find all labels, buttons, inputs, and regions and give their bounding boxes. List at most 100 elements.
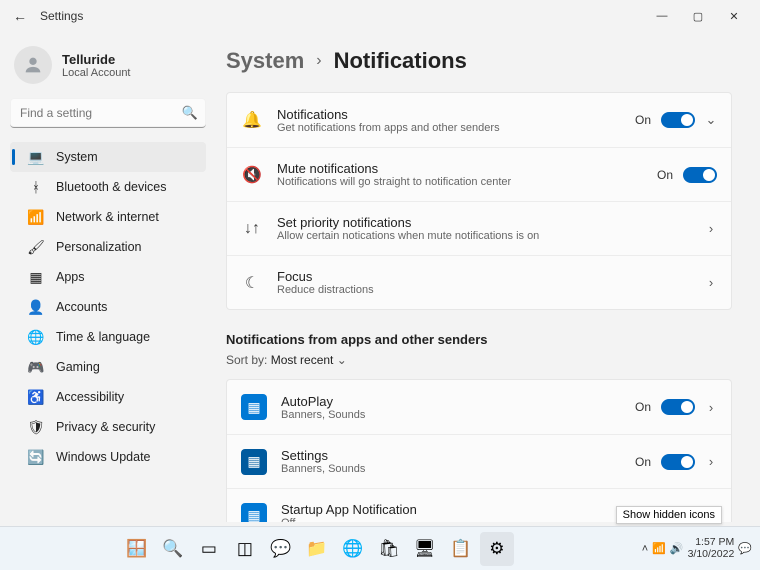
breadcrumb: System › Notifications bbox=[226, 48, 732, 74]
sidebar-item-system[interactable]: 💻 System bbox=[10, 142, 206, 172]
app-notes[interactable]: 📋 bbox=[444, 532, 478, 566]
chevron-right-icon: › bbox=[705, 221, 717, 236]
tray-expand-icon[interactable]: ˄ bbox=[642, 543, 648, 555]
taskbar-search[interactable]: 🔍 bbox=[156, 532, 190, 566]
app-row[interactable]: ▦ AutoPlay Banners, Sounds On › bbox=[227, 380, 731, 434]
chevron-right-icon: › bbox=[705, 400, 717, 415]
sidebar-item-label: Accessibility bbox=[56, 390, 124, 404]
sidebar-item-network-internet[interactable]: 📶 Network & internet bbox=[10, 202, 206, 232]
search-box[interactable]: 🔍 bbox=[10, 98, 206, 128]
mute-row[interactable]: 🔇 Mute notifications Notifications will … bbox=[227, 147, 731, 201]
sort-label: Sort by: bbox=[226, 353, 267, 367]
sidebar-item-label: Personalization bbox=[56, 240, 141, 254]
priority-row[interactable]: ↓↑ Set priority notifications Allow cert… bbox=[227, 201, 731, 255]
row-desc: Reduce distractions bbox=[277, 284, 705, 296]
user-type: Local Account bbox=[62, 67, 131, 79]
close-button[interactable]: ✕ bbox=[716, 4, 752, 28]
app-desc: Banners, Sounds bbox=[281, 463, 635, 475]
nav-icon: 🛡 bbox=[28, 419, 44, 435]
app-desc: Banners, Sounds bbox=[281, 409, 635, 421]
nav-icon: 📶 bbox=[28, 209, 44, 225]
user-block[interactable]: Telluride Local Account bbox=[10, 40, 206, 98]
sidebar-item-label: Privacy & security bbox=[56, 420, 155, 434]
start-button[interactable]: 🪟 bbox=[120, 532, 154, 566]
app-row[interactable]: ▦ Settings Banners, Sounds On › bbox=[227, 434, 731, 488]
chat[interactable]: 💬 bbox=[264, 532, 298, 566]
content: System › Notifications 🔔 Notifications G… bbox=[216, 32, 760, 522]
system-tray[interactable]: ˄ 📶 🔊 1:57 PM 3/10/2022 💬 bbox=[634, 537, 760, 560]
app-title: Startup App Notification bbox=[281, 502, 635, 517]
focus-icon: ☾ bbox=[241, 273, 263, 293]
settings-app[interactable]: ⚙ bbox=[480, 532, 514, 566]
sidebar-item-label: Bluetooth & devices bbox=[56, 180, 167, 194]
maximize-button[interactable]: ▢ bbox=[680, 4, 716, 28]
sidebar-item-privacy-security[interactable]: 🛡 Privacy & security bbox=[10, 412, 206, 442]
search-icon: 🔍 bbox=[182, 105, 198, 121]
store[interactable]: 🛍 bbox=[372, 532, 406, 566]
app-title: Settings bbox=[281, 448, 635, 463]
sidebar-item-accounts[interactable]: 👤Accounts bbox=[10, 292, 206, 322]
notification-center-icon[interactable]: 💬 bbox=[738, 542, 752, 555]
clock[interactable]: 1:57 PM 3/10/2022 bbox=[688, 537, 735, 560]
notifications-group: 🔔 Notifications Get notifications from a… bbox=[226, 92, 732, 310]
nav-icon: ▦ bbox=[28, 269, 44, 285]
nav-icon: ᚼ bbox=[28, 179, 44, 195]
sidebar-item-bluetooth-devices[interactable]: ᚼ Bluetooth & devices bbox=[10, 172, 206, 202]
sidebar-item-gaming[interactable]: 🎮Gaming bbox=[10, 352, 206, 382]
notifications-toggle[interactable] bbox=[661, 112, 695, 128]
breadcrumb-current: Notifications bbox=[334, 48, 467, 74]
volume-icon[interactable]: 🔊 bbox=[670, 542, 684, 555]
search-input[interactable] bbox=[10, 98, 206, 128]
titlebar: ← Settings — ▢ ✕ bbox=[0, 0, 760, 32]
sidebar-item-apps[interactable]: ▦Apps bbox=[10, 262, 206, 292]
app-terminal[interactable]: 🖥 bbox=[408, 532, 442, 566]
nav-icon: 💻 bbox=[28, 149, 44, 165]
chevron-down-icon[interactable]: ⌄ bbox=[705, 112, 717, 128]
focus-row[interactable]: ☾ Focus Reduce distractions › bbox=[227, 255, 731, 309]
chevron-right-icon: › bbox=[316, 52, 321, 70]
apps-group: ▦ AutoPlay Banners, Sounds On › ▦ Settin… bbox=[226, 379, 732, 522]
sidebar-item-accessibility[interactable]: ♿ Accessibility bbox=[10, 382, 206, 412]
minimize-button[interactable]: — bbox=[644, 4, 680, 28]
tray-tooltip: Show hidden icons bbox=[616, 506, 722, 524]
sort-by[interactable]: Sort by: Most recent ⌄ bbox=[226, 353, 732, 367]
sidebar-item-label: Network & internet bbox=[56, 210, 159, 224]
state-label: On bbox=[635, 455, 651, 469]
chevron-right-icon: › bbox=[705, 275, 717, 290]
avatar bbox=[14, 46, 52, 84]
mute-toggle[interactable] bbox=[683, 167, 717, 183]
task-view[interactable]: ▭ bbox=[192, 532, 226, 566]
chevron-right-icon: › bbox=[705, 454, 717, 469]
app-desc: Off bbox=[281, 517, 635, 522]
file-explorer[interactable]: 📁 bbox=[300, 532, 334, 566]
app-toggle[interactable] bbox=[661, 454, 695, 470]
sidebar-item-windows-update[interactable]: 🔄Windows Update bbox=[10, 442, 206, 472]
priority-icon: ↓↑ bbox=[241, 220, 263, 238]
taskbar: 🪟 🔍 ▭ ◫ 💬 📁 🌐 🛍 🖥 📋 ⚙ ˄ 📶 🔊 1:57 PM 3/10… bbox=[0, 526, 760, 570]
apps-section-header: Notifications from apps and other sender… bbox=[226, 332, 732, 347]
back-button[interactable]: ← bbox=[8, 4, 32, 28]
sidebar-item-time-language[interactable]: 🌐Time & language bbox=[10, 322, 206, 352]
widgets[interactable]: ◫ bbox=[228, 532, 262, 566]
person-icon bbox=[22, 54, 44, 76]
sidebar: Telluride Local Account 🔍 💻 System ᚼ Blueto… bbox=[0, 32, 216, 522]
bell-icon: 🔔 bbox=[241, 110, 263, 130]
nav-icon: ♿ bbox=[28, 389, 44, 405]
nav-icon: 👤 bbox=[28, 299, 44, 315]
row-desc: Notifications will go straight to notifi… bbox=[277, 176, 657, 188]
app-toggle[interactable] bbox=[661, 399, 695, 415]
edge[interactable]: 🌐 bbox=[336, 532, 370, 566]
mute-icon: 🔇 bbox=[241, 165, 263, 185]
breadcrumb-parent[interactable]: System bbox=[226, 48, 304, 74]
app-icon: ▦ bbox=[241, 394, 267, 420]
notifications-row[interactable]: 🔔 Notifications Get notifications from a… bbox=[227, 93, 731, 147]
nav-icon: 🌐 bbox=[28, 329, 44, 345]
sidebar-item-label: Windows Update bbox=[56, 450, 151, 464]
wifi-icon[interactable]: 📶 bbox=[652, 542, 666, 555]
state-label: On bbox=[635, 113, 651, 127]
sidebar-item-label: System bbox=[56, 150, 98, 164]
row-title: Focus bbox=[277, 269, 705, 284]
nav-icon: 🖌 bbox=[28, 239, 44, 255]
sidebar-item-personalization[interactable]: 🖌 Personalization bbox=[10, 232, 206, 262]
app-icon: ▦ bbox=[241, 503, 267, 523]
